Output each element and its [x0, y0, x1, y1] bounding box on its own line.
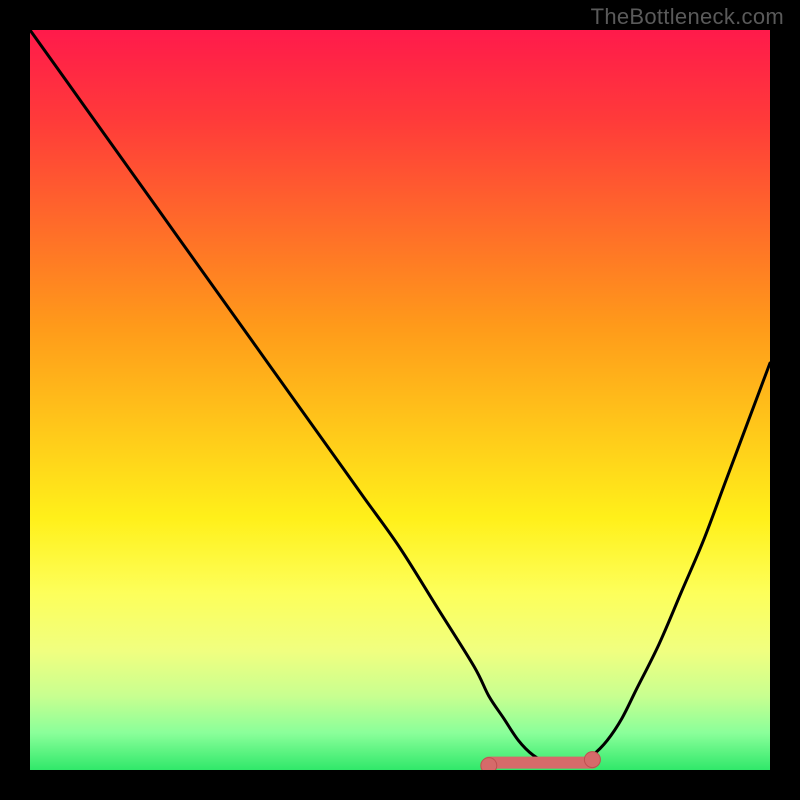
highlight-dot-end: [584, 752, 600, 768]
chart-svg: [30, 30, 770, 770]
curve-group: [30, 30, 770, 763]
plot-area: [30, 30, 770, 770]
chart-frame: TheBottleneck.com: [0, 0, 800, 800]
highlight-dot-start: [481, 758, 497, 770]
bottleneck-curve: [30, 30, 770, 763]
highlight-segment: [481, 752, 601, 770]
watermark-text: TheBottleneck.com: [591, 4, 784, 30]
